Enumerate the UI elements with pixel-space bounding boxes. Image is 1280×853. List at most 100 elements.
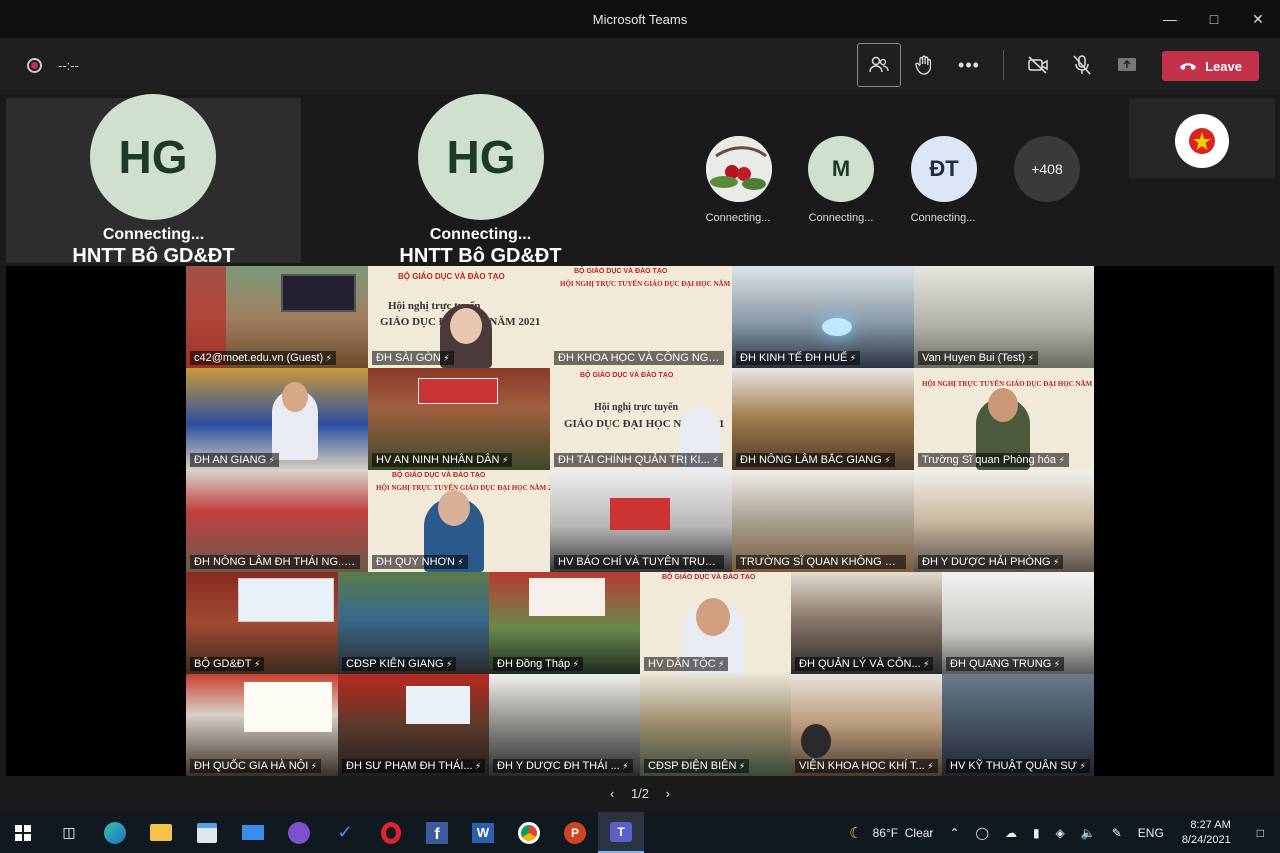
tile-label: HV AN NINH NHÂN DÂN	[372, 453, 513, 467]
chevron-right-icon[interactable]: ›	[666, 786, 670, 801]
avatar[interactable]: ĐT	[911, 136, 977, 202]
video-tile[interactable]: BỘ GD&ĐT	[186, 572, 338, 674]
word-app[interactable]: W	[460, 812, 506, 853]
meet-now-button[interactable]: ◯	[968, 826, 997, 840]
video-tile[interactable]: HV KỸ THUẬT QUÂN SỰ	[942, 674, 1094, 776]
toolbar-divider	[1003, 50, 1004, 80]
video-tile[interactable]: ĐH AN GIANG	[186, 368, 368, 470]
video-tile[interactable]: ĐH QUẢN LÝ VÀ CÔN...	[791, 572, 942, 674]
file-explorer-app[interactable]	[138, 812, 184, 853]
opera-app[interactable]	[368, 812, 414, 853]
camera-toggle-button[interactable]	[1016, 43, 1060, 87]
more-actions-button[interactable]: •••	[947, 43, 991, 87]
video-tile[interactable]: BỘ GIÁO DỤC VÀ ĐÀO TẠO HỘI NGHỊ TRỰC TUY…	[368, 470, 550, 572]
tile-label: CĐSP ĐIỆN BIÊN	[644, 759, 750, 773]
cloud-icon: ☁	[1004, 825, 1017, 840]
facebook-app[interactable]: f	[414, 812, 460, 853]
weather-widget[interactable]: ☾ 86°F Clear	[841, 824, 941, 842]
show-hidden-icons-button[interactable]: ⌃	[941, 826, 967, 840]
onedrive-button[interactable]: ☁	[997, 826, 1025, 840]
leave-button[interactable]: Leave	[1162, 51, 1259, 81]
video-tile[interactable]: ĐH QUANG TRUNG	[942, 572, 1094, 674]
powerpoint-app[interactable]: P	[552, 812, 598, 853]
overflow-participants-button[interactable]: +408	[1014, 136, 1080, 202]
edge-app[interactable]	[92, 812, 138, 853]
slide-text: BỘ GIÁO DỤC VÀ ĐÀO TẠO	[574, 268, 668, 275]
tile-label: ĐH Y DƯỢC HẢI PHÒNG	[918, 555, 1064, 569]
volume-button[interactable]: 🔈	[1073, 826, 1104, 840]
participant-tile-logo[interactable]	[1129, 98, 1275, 178]
mail-app[interactable]	[230, 812, 276, 853]
video-tile[interactable]: BỘ GIÁO DỤC VÀ ĐÀO TẠO HỘI NGHỊ TRỰC TUY…	[550, 266, 732, 368]
language-button[interactable]: ENG	[1130, 826, 1172, 840]
video-tile[interactable]: BỘ GIÁO DỤC VÀ ĐÀO TẠO HV DÂN TỘC	[640, 572, 791, 674]
tile-label: ĐH KHOA HỌC VÀ CÔNG NG...	[554, 351, 724, 365]
maximize-icon[interactable]: □	[1192, 0, 1236, 38]
participants-button[interactable]	[857, 43, 901, 87]
pen-icon: ✎	[1111, 825, 1122, 840]
participant-name: HNTT Bô GD&ĐT	[399, 245, 562, 267]
raise-hand-button[interactable]	[902, 43, 946, 87]
store-icon	[197, 822, 217, 843]
pen-button[interactable]: ✎	[1104, 826, 1130, 840]
slide-text: HỘI NGHỊ TRỰC TUYẾN GIÁO DỤC ĐẠI HỌC NĂM…	[922, 380, 1094, 388]
tile-label: Van Huyen Bui (Test)	[918, 351, 1038, 365]
speaker-icon: 🔈	[1080, 825, 1096, 840]
chevron-left-icon[interactable]: ‹	[610, 786, 614, 801]
avatar[interactable]: M	[808, 136, 874, 202]
minimize-icon[interactable]: —	[1148, 0, 1192, 38]
video-tile[interactable]: ĐH Y DƯỢC HẢI PHÒNG	[914, 470, 1094, 572]
edge-icon	[104, 821, 126, 844]
video-tile[interactable]: ĐH Y DƯỢC ĐH THÁI ...	[489, 674, 640, 776]
chrome-icon	[518, 821, 540, 844]
moon-icon: ☾	[849, 824, 863, 842]
video-tile[interactable]: TRƯỜNG SĨ QUAN KHÔNG Q...	[732, 470, 914, 572]
video-tile[interactable]: ĐH SƯ PHẠM ĐH THÁI...	[338, 674, 489, 776]
video-tile[interactable]: ĐH Đồng Tháp	[489, 572, 640, 674]
teams-app[interactable]: T	[598, 812, 644, 853]
start-button[interactable]	[0, 812, 46, 853]
mic-toggle-button[interactable]	[1060, 43, 1104, 87]
tile-label: CĐSP KIÊN GIANG	[342, 657, 457, 671]
video-tile[interactable]: HV BÁO CHÍ VÀ TUYÊN TRUY...	[550, 470, 732, 572]
share-screen-button[interactable]	[1105, 43, 1149, 87]
video-tile[interactable]: ĐH NÔNG LÂM BẮC GIANG	[732, 368, 914, 470]
tile-label: ĐH NÔNG LÂM ĐH THÁI NG...	[190, 555, 360, 569]
word-icon: W	[472, 822, 494, 843]
video-tile[interactable]: CĐSP KIÊN GIANG	[338, 572, 489, 674]
close-icon[interactable]: ✕	[1236, 0, 1280, 38]
notifications-button[interactable]: □	[1241, 826, 1280, 840]
ellipsis-icon: •••	[958, 54, 980, 75]
video-tile[interactable]: Van Huyen Bui (Test)	[914, 266, 1094, 368]
video-tile[interactable]: HỘI NGHỊ TRỰC TUYẾN GIÁO DỤC ĐẠI HỌC NĂM…	[914, 368, 1094, 470]
video-tile[interactable]: ĐH KINH TẾ ĐH HUẾ	[732, 266, 914, 368]
video-tile[interactable]: c42@moet.edu.vn (Guest)	[186, 266, 368, 368]
video-tile[interactable]: BỘ GIÁO DỤC VÀ ĐÀO TẠO Hội nghị trực tuy…	[368, 266, 550, 368]
participant-name: HNTT Bô GD&ĐT	[72, 245, 235, 267]
chrome-app[interactable]	[506, 812, 552, 853]
clock-date: 8/24/2021	[1181, 833, 1231, 846]
avatar-photo[interactable]	[706, 136, 772, 202]
task-view-button[interactable]: ◫	[46, 812, 92, 853]
tile-label: Trường Sĩ quan Phòng hóa	[918, 453, 1069, 467]
video-tile[interactable]: VIỆN KHOA HỌC KHÍ T...	[791, 674, 942, 776]
video-tile[interactable]: HV AN NINH NHÂN DÂN	[368, 368, 550, 470]
store-app[interactable]	[184, 812, 230, 853]
video-tile[interactable]: ĐH QUỐC GIA HÀ NỘI	[186, 674, 338, 776]
tile-label: ĐH KINH TẾ ĐH HUẾ	[736, 351, 861, 365]
network-button[interactable]: ◈	[1048, 826, 1073, 840]
video-tile[interactable]: ĐH NÔNG LÂM ĐH THÁI NG...	[186, 470, 368, 572]
video-tile[interactable]: BỘ GIÁO DỤC VÀ ĐÀO TẠO Hội nghị trực tuy…	[550, 368, 732, 470]
viber-app[interactable]	[276, 812, 322, 853]
checkmark-icon: ✓	[337, 822, 353, 842]
task-view-icon: ◫	[62, 824, 76, 840]
wifi-icon: ◈	[1055, 825, 1065, 840]
notification-icon: □	[1256, 825, 1264, 840]
battery-button[interactable]: ▮	[1025, 826, 1048, 840]
clock[interactable]: 8:27 AM 8/24/2021	[1172, 818, 1241, 848]
video-tile[interactable]: CĐSP ĐIỆN BIÊN	[640, 674, 791, 776]
todo-app[interactable]: ✓	[322, 812, 368, 853]
page-indicator: 1/2	[630, 786, 650, 801]
avatar[interactable]: HG	[418, 94, 544, 220]
tile-label: c42@moet.edu.vn (Guest)	[190, 351, 336, 365]
